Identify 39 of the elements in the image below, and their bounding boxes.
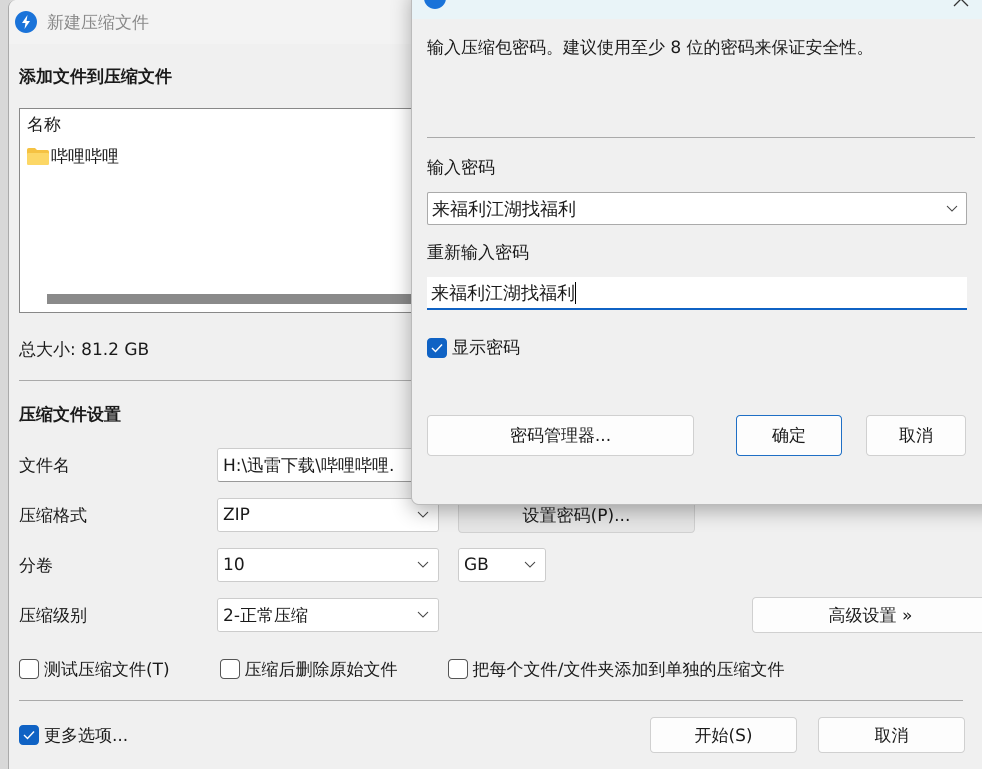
chevron-icon xyxy=(946,204,958,212)
description-text: 输入压缩包密码。建议使用至少 8 位的密码来保证安全性。 xyxy=(427,37,875,60)
password-combo[interactable]: 来福利江湖找福利 xyxy=(427,192,967,225)
field-label: 文件名 xyxy=(19,454,71,476)
total-size: 总大小: 81.2 GB xyxy=(19,339,150,362)
option-checkbox[interactable]: 测试压缩文件(T) xyxy=(19,658,170,680)
show-password-checkbox[interactable]: 显示密码 xyxy=(427,336,967,359)
dialog-button[interactable]: 确定 xyxy=(736,415,842,456)
dialog-button[interactable]: 取消 xyxy=(866,415,966,456)
check-icon xyxy=(431,342,443,352)
window-title: 新建压缩文件 xyxy=(47,12,149,34)
field-label: 分卷 xyxy=(19,554,54,576)
file-name[interactable]: 哔哩哔哩 xyxy=(51,144,119,168)
field-label: 压缩格式 xyxy=(19,504,88,526)
option-checkbox[interactable]: 把每个文件/文件夹添加到单独的压缩文件 xyxy=(448,658,784,680)
unit-dropdown[interactable]: GB xyxy=(458,548,546,582)
advanced-settings-button[interactable]: 高级设置 » xyxy=(752,597,982,633)
folder-icon xyxy=(27,148,49,164)
column-header[interactable]: 名称 xyxy=(27,115,61,135)
chevron-icon xyxy=(417,611,429,619)
password-field[interactable]: 来福利江湖找福利 xyxy=(427,277,967,310)
option-checkbox[interactable]: 压缩后删除原始文件 xyxy=(220,658,398,680)
chevron-icon xyxy=(417,511,429,519)
check-icon xyxy=(23,730,35,740)
dropdown[interactable]: 10 xyxy=(217,548,439,582)
dialog-button[interactable]: 取消 xyxy=(818,717,965,753)
dialog-button[interactable]: 开始(S) xyxy=(650,717,797,753)
dropdown[interactable]: ZIP xyxy=(217,498,439,532)
field-label: 输入密码 xyxy=(427,157,496,180)
lightning-icon xyxy=(15,11,37,33)
more-options-checkbox[interactable]: 更多选项... xyxy=(19,724,128,746)
dropdown[interactable]: 2-正常压缩 xyxy=(217,598,439,632)
field-label: 重新输入密码 xyxy=(427,242,530,265)
field-label: 压缩级别 xyxy=(19,604,88,626)
dialog-button[interactable]: 密码管理器... xyxy=(427,415,694,456)
chevron-icon xyxy=(524,561,536,569)
section-heading: 压缩文件设置 xyxy=(19,404,122,427)
chevron-icon xyxy=(417,561,429,569)
section-heading: 添加文件到压缩文件 xyxy=(19,66,173,89)
